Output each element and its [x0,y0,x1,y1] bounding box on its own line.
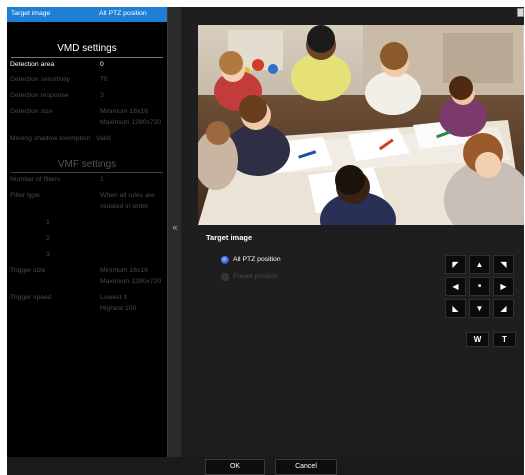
filter-3-row: 3 [10,250,164,260]
vmf-divider [11,172,163,173]
ptz-home-button[interactable]: ■ [469,277,490,296]
filter-type-row-2: violated in order [10,202,164,212]
ptz-up-left-button[interactable]: ◤ [445,255,466,274]
ptz-down-button[interactable]: ▼ [469,299,490,318]
filter-2-label: 2 [46,235,50,242]
vmd-divider [11,57,163,58]
vmd-settings-window: Target image All PTZ position VMD settin… [0,0,525,475]
trigger-speed-lowest: Lowest 1 [100,294,128,301]
filter-2-row: 2 [10,234,164,244]
trigger-size-row-2: Maximum 1280x720 [10,277,164,287]
main-pane: Target image All PTZ position Preset pos… [181,7,524,457]
moving-shadow-row: Moving shadow exemption Valid [10,134,164,144]
trigger-size-max: Maximum 1280x720 [100,278,162,285]
detection-size-min: Minimum 16x16 [100,108,148,115]
detection-size-row: Detection size Minimum 16x16 [10,107,164,117]
trigger-speed-highest: Highest 100 [100,305,137,312]
trigger-size-label: Trigger size [10,267,46,274]
detection-response-row: Detection response 3 [10,91,164,101]
number-of-filters-row: Number of filters 1 [10,175,164,185]
target-image-row[interactable]: Target image All PTZ position [7,7,167,22]
number-of-filters-value: 1 [100,176,104,183]
ok-button[interactable]: OK [205,459,265,475]
radio-selected-icon[interactable] [221,256,229,264]
ptz-up-button[interactable]: ▲ [469,255,490,274]
filter-type-value: When all rules are [100,192,155,199]
ptz-down-left-button[interactable]: ◣ [445,299,466,318]
trigger-speed-row: Trigger speed Lowest 1 [10,293,164,303]
camera-scene-illustration [198,25,524,225]
corner-icon[interactable] [517,8,524,17]
panel-divider: « [167,7,181,457]
ptz-up-right-button[interactable]: ◥ [493,255,514,274]
detection-sensitivity-row: Detection sensitivity 70 [10,75,164,85]
trigger-size-min: Minimum 16x16 [100,267,148,274]
detection-sensitivity-label: Detection sensitivity [10,76,71,83]
target-image-title: Target image [206,233,253,242]
trigger-size-row: Trigger size Minimum 16x16 [10,266,164,276]
filter-type-value-2: violated in order [100,203,149,210]
trigger-speed-label: Trigger speed [10,294,52,301]
cancel-button[interactable]: Cancel [275,459,337,475]
detection-area-row[interactable]: Detection area 0 [10,60,164,70]
number-of-filters-label: Number of filters [10,176,60,183]
collapse-panel-button[interactable]: « [170,221,180,233]
filter-1-row: 1 [10,218,164,228]
moving-shadow-value: Valid [96,135,111,142]
filter-3-label: 3 [46,251,50,258]
filter-type-label: Filter type [10,192,40,199]
detection-response-value: 3 [100,92,104,99]
detection-area-value: 0 [100,61,104,68]
filter-type-row: Filter type When all rules are [10,191,164,201]
detection-response-label: Detection response [10,92,69,99]
filter-1-label: 1 [46,219,50,226]
detection-sensitivity-value: 70 [100,76,108,83]
radio-preset-label: Preset position [233,273,278,280]
moving-shadow-label: Moving shadow exemption [10,135,91,142]
detection-size-row-2: Maximum 1280x720 [10,118,164,128]
vmd-settings-heading: VMD settings [57,43,117,54]
vmf-settings-heading: VMF settings [57,159,117,170]
radio-unselected-icon [221,273,229,281]
detection-size-max: Maximum 1280x720 [100,119,162,126]
ptz-down-right-button[interactable]: ◢ [493,299,514,318]
target-image-label: Target image [11,10,51,17]
ptz-right-button[interactable]: ▶ [493,277,514,296]
zoom-tele-button[interactable]: T [493,332,516,347]
trigger-speed-row-2: Highest 100 [10,304,164,314]
detection-size-label: Detection size [10,108,53,115]
target-image-value: All PTZ position [99,10,147,17]
zoom-wide-button[interactable]: W [466,332,489,347]
settings-panel: Target image All PTZ position VMD settin… [7,7,167,457]
radio-all-ptz-label: All PTZ position [233,256,281,263]
ptz-left-button[interactable]: ◀ [445,277,466,296]
footer-bar: OK Cancel [7,457,524,475]
detection-area-label: Detection area [10,61,55,68]
camera-image[interactable] [198,25,524,225]
